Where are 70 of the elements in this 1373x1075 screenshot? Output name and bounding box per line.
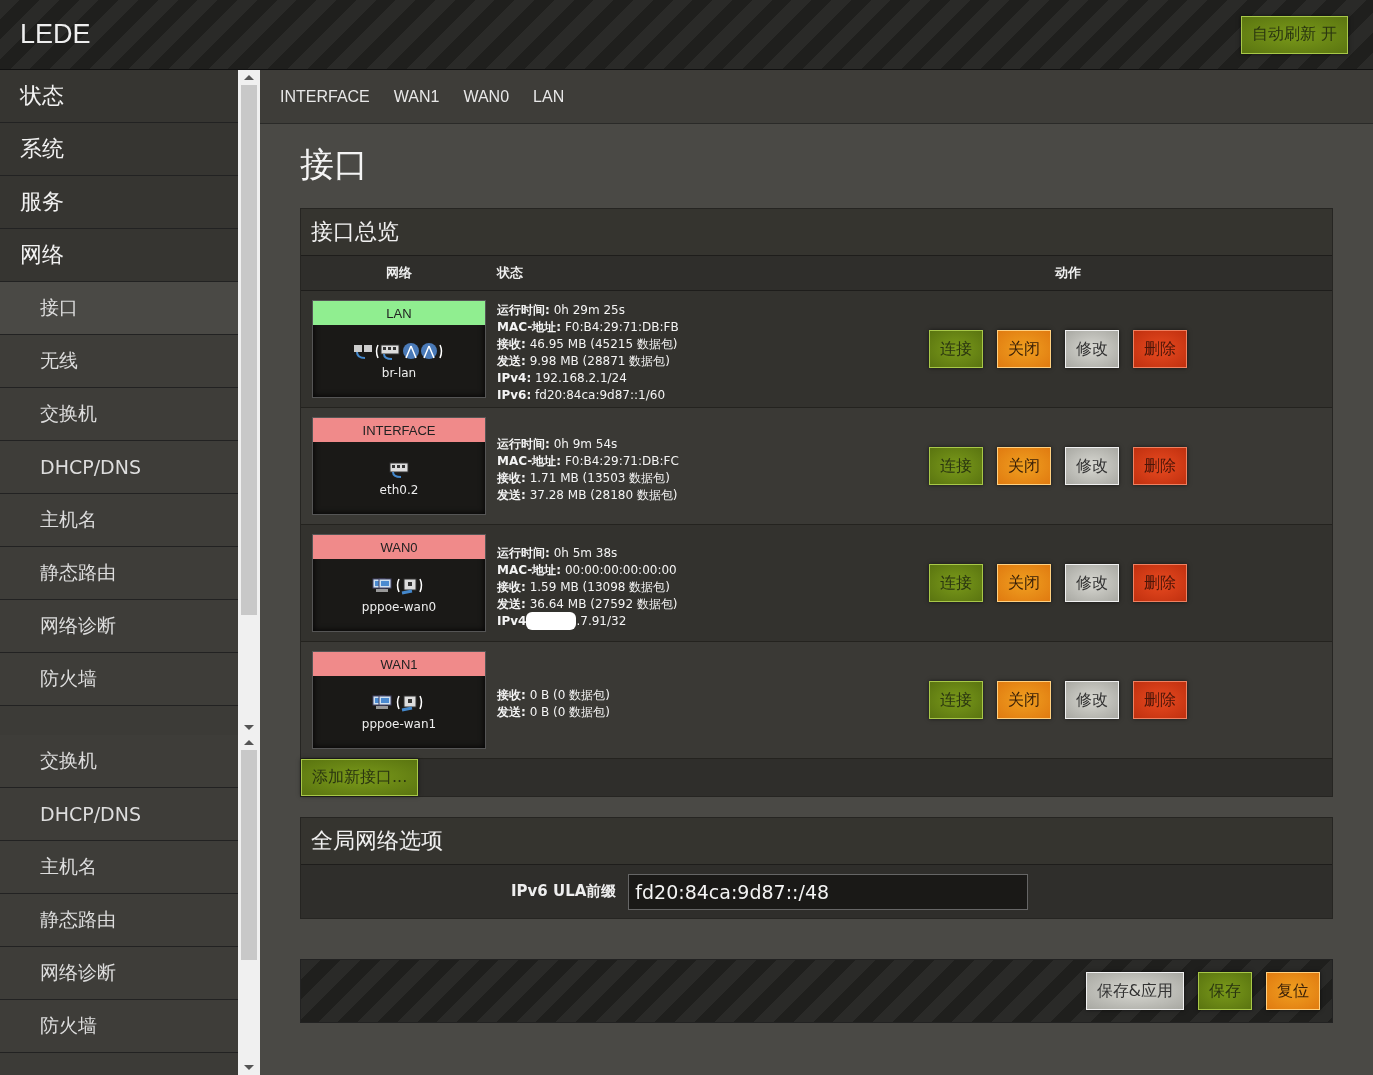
footer-button[interactable]: 保存&应用 [1085,972,1184,1010]
sidebar-item[interactable]: 接口 [0,282,238,335]
status-line: 发送: 0 B (0 数据包) [497,704,611,721]
status-line: 发送: 37.28 MB (28180 数据包) [497,487,679,504]
status-line: 发送: 36.64 MB (27592 数据包) [497,595,679,613]
tab-link[interactable]: WAN0 [463,87,510,106]
ula-prefix-field[interactable]: fd20:84ca:9d87::/48 [628,873,1029,910]
action-button[interactable]: 删除 [1133,447,1187,485]
sidebar-item[interactable]: 服务 [0,176,238,229]
status-line: 运行时间: 0h 9m 54s [497,436,619,453]
device-name: pppoe-wan0 [361,600,437,614]
action-button[interactable]: 连接 [929,564,983,602]
scrollbar[interactable] [238,70,260,735]
status-line: 运行时间: 0h 29m 25s [497,302,626,319]
action-button[interactable]: 修改 [1065,681,1119,719]
action-button[interactable]: 关闭 [997,330,1051,368]
status-line: 接收: 46.95 MB (45215 数据包) [497,336,679,353]
action-button[interactable]: 关闭 [997,564,1051,602]
column-header: 网络 [385,264,413,282]
status-line: 接收: 0 B (0 数据包) [497,687,611,704]
device-name: eth0.2 [379,482,419,497]
action-button[interactable]: 删除 [1133,564,1187,602]
ethernet-port-icon [388,459,410,479]
device-name: br-lan [381,366,417,380]
status-line: 运行时间: 0h 5m 38s [497,544,619,562]
tab-link[interactable]: INTERFACE [280,87,370,106]
action-button[interactable]: 连接 [929,447,983,485]
tab-link[interactable]: LAN [533,87,565,106]
action-button[interactable]: 删除 [1133,330,1187,368]
interface-name: INTERFACE [313,418,485,442]
status-line: 接收: 1.71 MB (13503 数据包) [497,470,671,487]
status-line: 接收: 1.59 MB (13098 数据包) [497,578,671,596]
sidebar-item[interactable]: 状态 [0,70,238,123]
sidebar-item[interactable]: 网络 [0,229,238,282]
action-button[interactable]: 修改 [1065,564,1119,602]
brand-logo: LEDE [20,19,91,50]
sidebar-item[interactable]: 系统 [0,123,238,176]
status-line: .7.91/32 [576,614,627,628]
interface-name: WAN1 [313,652,485,676]
column-header: 状态 [497,264,524,282]
section-title: 接口总览 [301,209,1332,256]
status-line: MAC-地址: F0:B4:29:71:DB:FC [497,453,680,470]
status-line: IPv6: fd20:84ca:9d87::1/60 [497,387,667,404]
field-label: IPv6 ULA前缀 [511,882,617,901]
action-button[interactable]: 关闭 [997,681,1051,719]
status-line: MAC-地址: F0:B4:29:71:DB:FB [497,319,680,336]
action-button[interactable]: 删除 [1133,681,1187,719]
status-line: 发送: 9.98 MB (28871 数据包) [497,353,671,370]
bridge-interface-icon [353,342,445,362]
action-button[interactable]: 连接 [929,330,983,368]
footer-button[interactable]: 保存 [1198,972,1252,1010]
page-title: 接口 [300,143,369,186]
interface-name: LAN [313,301,485,325]
action-button[interactable]: 修改 [1065,447,1119,485]
redaction-block [526,612,577,630]
action-button[interactable]: 连接 [929,681,983,719]
auto-refresh-button[interactable]: 自动刷新 开 [1240,15,1348,54]
status-line: MAC-地址: 00:00:00:00:00:00 [497,561,678,579]
tab-link[interactable]: WAN1 [393,87,440,106]
footer-button[interactable]: 复位 [1266,972,1320,1010]
action-button[interactable]: 关闭 [997,447,1051,485]
status-line: IPv4: 192.168.2.1/24 [497,370,628,387]
device-name: pppoe-wan1 [361,717,437,731]
scrollbar[interactable] [238,735,260,1075]
add-interface-button[interactable]: 添加新接口... [301,759,419,796]
column-header: 动作 [1054,264,1082,282]
status-line: IPv4 [497,614,527,628]
section-title: 全局网络选项 [301,818,1332,865]
action-button[interactable]: 修改 [1065,330,1119,368]
interface-name: WAN0 [313,535,485,559]
